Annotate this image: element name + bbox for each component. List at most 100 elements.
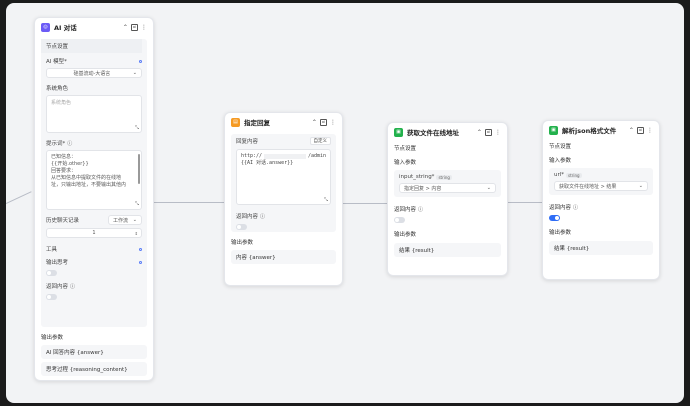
prompt-line: 已知信息： (51, 154, 77, 160)
debug-icon[interactable]: ai (319, 118, 327, 126)
code-text: http:// (241, 153, 263, 159)
section-title: 节点设置 (394, 146, 417, 152)
prompt-line: 回答要求： (51, 168, 77, 174)
param-value-select[interactable]: 获取文件在线地址 > 结果 ⌄ (554, 181, 648, 191)
return-toggle[interactable] (549, 215, 560, 221)
more-icon[interactable]: ⋮ (330, 119, 336, 126)
model-select[interactable]: 硅基流动-大语言 ⌄ (46, 68, 142, 78)
info-icon: ⓘ (70, 283, 76, 290)
node-header[interactable]: ◎ AI 对话 ⌃ ai ⋮ (35, 18, 153, 36)
history-label: 历史聊天记录 (46, 218, 80, 224)
custom-button[interactable]: 自定义 (309, 137, 331, 145)
code-icon: ▣ (394, 127, 403, 137)
prompt-line: {{开始.other}} (51, 161, 89, 167)
history-mode-select[interactable]: 工作流 ⌄ (108, 215, 142, 225)
debug-icon[interactable]: ai (130, 23, 138, 31)
prompt-input[interactable]: 已知信息： {{开始.other}} 回答要求： 从已知信息中提取文件的在线地 … (46, 150, 142, 210)
output-label-text: 输出参数 (231, 240, 254, 246)
output-param-answer: AI 回答内容 {answer} (41, 345, 147, 359)
system-label: 系统角色 (46, 86, 69, 92)
output-param-result: 结果 {result} (394, 243, 501, 257)
think-toggle[interactable] (46, 270, 57, 276)
node-settings-label: 节点设置 (394, 144, 501, 152)
param-name: url* (554, 172, 565, 178)
output-label-text: 输出参数 (394, 232, 417, 238)
return-toggle[interactable] (46, 294, 57, 300)
node-ai-chat[interactable]: ◎ AI 对话 ⌃ ai ⋮ 节点设置 AI 模型* 硅基流动-大语言 ⌄ 系统… (34, 17, 154, 381)
stepper-icon[interactable]: ⇕ (135, 231, 138, 236)
info-icon: ⓘ (260, 213, 266, 220)
node-settings-label: 节点设置 (549, 142, 653, 150)
node-title: 解析json格式文件 (562, 127, 617, 135)
output-params-label: 输出参数 (394, 230, 501, 238)
history-count-input[interactable]: 1 ⇕ (46, 228, 142, 238)
input-label-text: 输入参数 (549, 158, 572, 164)
section-title: 节点设置 (549, 144, 572, 150)
system-role-input[interactable]: 系统角色 ⤡ (46, 95, 142, 133)
return-toggle[interactable] (394, 217, 405, 223)
input-param-box: url* string 获取文件在线地址 > 结果 ⌄ (549, 168, 653, 195)
chevron-down-icon: ⌄ (638, 183, 643, 189)
node-get-file-url[interactable]: ▣ 获取文件在线地址 ⌃ ai ⋮ 节点设置 输入参数 input_string… (387, 122, 508, 276)
input-params-label: 输入参数 (394, 158, 501, 166)
reply-content-input[interactable]: http:// /admin {{AI 对话.answer}} ⤡ (236, 149, 331, 205)
code-text: /admin (307, 153, 326, 159)
return-row: 返回内容 ⓘ (394, 205, 501, 214)
input-params-label: 输入参数 (549, 156, 653, 164)
output-params-label: 输出参数 (231, 238, 336, 246)
return-row: 返回内容 ⓘ (549, 203, 653, 212)
return-label: 返回内容 (46, 284, 69, 290)
param-value: 获取文件在线地址 > 结果 (559, 183, 617, 190)
collapse-icon[interactable]: ⌃ (629, 127, 634, 134)
prompt-label: 提示词* (46, 141, 66, 147)
resize-handle-icon[interactable]: ⤡ (324, 197, 328, 203)
output-label-text: 输出参数 (41, 335, 64, 341)
debug-icon[interactable]: ai (484, 128, 492, 136)
more-icon[interactable]: ⋮ (495, 129, 501, 136)
scrollbar[interactable] (138, 154, 140, 184)
output-params-label: 输出参数 (549, 228, 653, 236)
info-icon: ⓘ (418, 206, 424, 213)
return-label: 返回内容 (549, 205, 572, 211)
more-icon[interactable]: ⋮ (647, 127, 653, 134)
node-specified-reply[interactable]: ▤ 指定回复 ⌃ ai ⋮ 回复内容 自定义 http:// /admin {{… (224, 112, 343, 286)
reply-content-section: 回复内容 自定义 http:// /admin {{AI 对话.answer}}… (231, 134, 336, 232)
edge-ai-to-reply (154, 202, 224, 203)
collapse-icon[interactable]: ⌃ (477, 129, 482, 136)
info-icon: ⓘ (67, 140, 73, 147)
param-value-select[interactable]: 指定回复 > 内容 ⌄ (399, 183, 496, 193)
param-value: 指定回复 > 内容 (404, 185, 442, 192)
output-param-answer: 内容 {answer} (231, 250, 336, 264)
node-title: AI 对话 (54, 24, 77, 32)
code-icon: ▣ (549, 125, 558, 135)
return-toggle[interactable] (236, 224, 247, 230)
resize-handle-icon[interactable]: ⤡ (135, 201, 139, 208)
ai-chat-icon: ◎ (41, 22, 50, 32)
think-label: 输出思考 (46, 260, 69, 266)
node-header[interactable]: ▣ 获取文件在线地址 ⌃ ai ⋮ (388, 123, 507, 141)
more-icon[interactable]: ⋮ (141, 24, 147, 31)
input-label-text: 输入参数 (394, 160, 417, 166)
info-icon: ⓘ (573, 204, 579, 211)
history-mode-value: 工作流 (113, 217, 129, 224)
edge-start-to-ai (6, 191, 32, 204)
input-param-box: input_string* string 指定回复 > 内容 ⌄ (394, 170, 501, 197)
workflow-canvas[interactable]: ◎ AI 对话 ⌃ ai ⋮ 节点设置 AI 模型* 硅基流动-大语言 ⌄ 系统… (6, 3, 684, 403)
collapse-icon[interactable]: ⌃ (123, 24, 128, 31)
debug-icon[interactable]: ai (636, 126, 644, 134)
settings-icon[interactable] (139, 247, 142, 251)
settings-icon[interactable] (139, 59, 142, 63)
node-parse-json[interactable]: ▣ 解析json格式文件 ⌃ ai ⋮ 节点设置 输入参数 url* strin… (542, 120, 660, 280)
prompt-line: 从已知信息中提取文件的在线地 (51, 175, 122, 181)
settings-icon[interactable] (139, 260, 142, 264)
chevron-down-icon: ⌄ (132, 217, 137, 223)
code-text: {{AI 对话.answer}} (241, 160, 294, 166)
history-count-value: 1 (92, 230, 96, 236)
node-header[interactable]: ▣ 解析json格式文件 ⌃ ai ⋮ (543, 121, 659, 139)
reply-icon: ▤ (231, 117, 240, 127)
collapse-icon[interactable]: ⌃ (312, 119, 317, 126)
node-header[interactable]: ▤ 指定回复 ⌃ ai ⋮ (225, 113, 342, 131)
prompt-line: 址，只输出地址，不要输出其他内 (51, 182, 127, 188)
chevron-down-icon: ⌄ (486, 185, 491, 191)
resize-handle-icon[interactable]: ⤡ (135, 125, 139, 131)
